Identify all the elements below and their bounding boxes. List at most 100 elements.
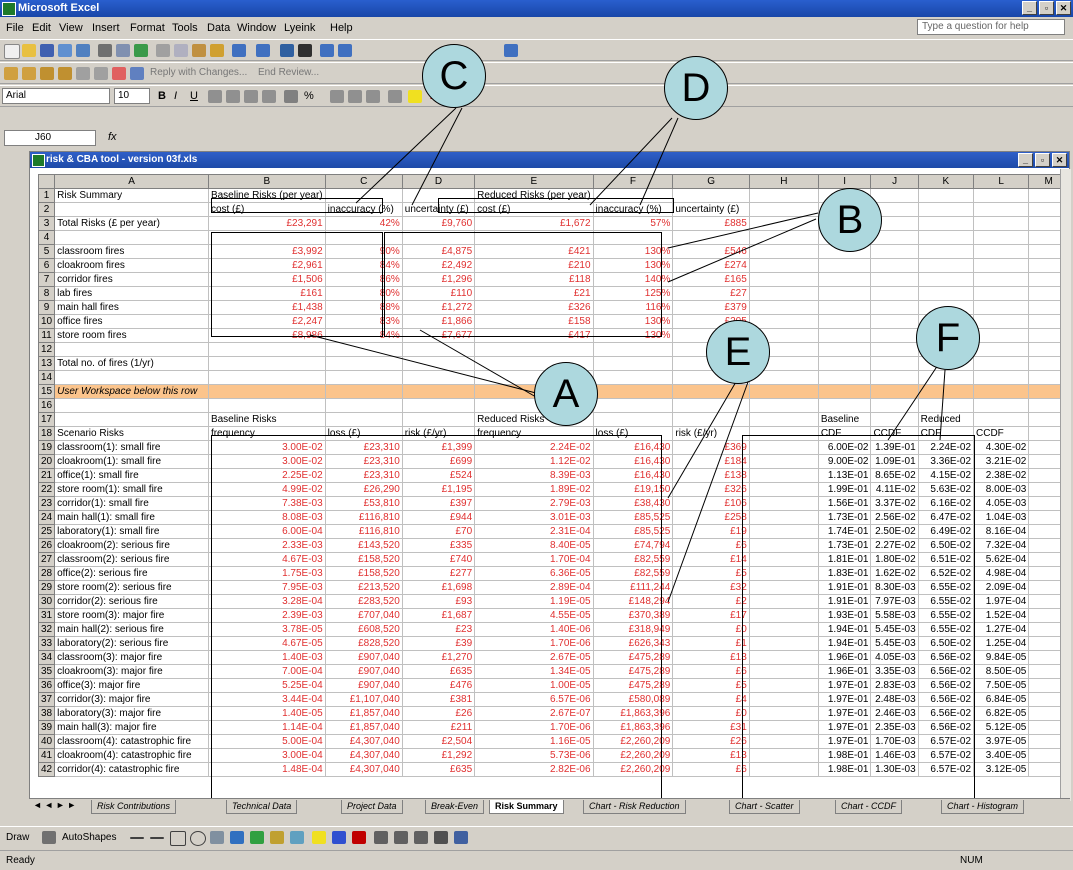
cell-j[interactable]: 2.56E-02 xyxy=(870,510,919,525)
cell-d[interactable]: £635 xyxy=(401,762,476,777)
cell-e[interactable]: £421 xyxy=(474,244,594,259)
cell-j[interactable]: 4.05E-03 xyxy=(870,650,919,665)
cell-c[interactable]: £4,307,040 xyxy=(324,748,403,763)
menu-edit[interactable]: Edit xyxy=(32,22,51,34)
cell-i[interactable] xyxy=(817,272,872,287)
cell-c[interactable] xyxy=(324,398,403,413)
cell-h[interactable] xyxy=(748,622,819,637)
cell-k[interactable]: 6.47E-02 xyxy=(917,510,975,525)
cell-l[interactable] xyxy=(973,230,1030,245)
cell-a[interactable]: classroom(1): small fire xyxy=(54,440,209,455)
cell-c[interactable]: £283,520 xyxy=(324,594,403,609)
cell-j[interactable] xyxy=(870,384,919,399)
cell-h[interactable] xyxy=(748,552,819,567)
spelling-icon[interactable] xyxy=(134,44,148,57)
cell-l[interactable] xyxy=(973,202,1030,217)
cell-a[interactable]: classroom fires xyxy=(54,244,209,259)
menu-format[interactable]: Format xyxy=(130,22,165,34)
cell-i[interactable]: 1.94E-01 xyxy=(817,636,872,651)
cell-a[interactable]: laboratory(3): major fire xyxy=(54,706,209,721)
cell-c[interactable]: £1,857,040 xyxy=(324,720,403,735)
cell-b[interactable] xyxy=(207,398,326,413)
cell-k[interactable]: 6.55E-02 xyxy=(917,608,975,623)
cell-j[interactable]: 8.30E-03 xyxy=(870,580,919,595)
cell-l[interactable] xyxy=(973,244,1030,259)
cell-f[interactable]: £82,559 xyxy=(592,552,674,567)
cell-i[interactable]: 1.96E-01 xyxy=(817,664,872,679)
cell-e[interactable]: 1.34E-05 xyxy=(474,664,594,679)
row-header[interactable]: 6 xyxy=(37,258,56,273)
cell-d[interactable]: £1,296 xyxy=(401,272,476,287)
cell-l[interactable]: 3.97E-05 xyxy=(973,734,1030,749)
cell-l[interactable] xyxy=(973,342,1030,357)
cell-b[interactable] xyxy=(207,230,326,245)
cell-h[interactable] xyxy=(748,762,819,777)
delete-comment-icon[interactable] xyxy=(112,67,126,80)
cell-j[interactable] xyxy=(870,188,919,203)
cell-g[interactable]: £26 xyxy=(672,734,750,749)
draw-fill-color-icon[interactable] xyxy=(312,831,326,844)
cell-b[interactable]: 4.67E-05 xyxy=(207,636,326,651)
cell-h[interactable] xyxy=(748,230,819,245)
show-comment-icon[interactable] xyxy=(76,67,90,80)
cell-e[interactable]: £21 xyxy=(474,286,594,301)
cell-a[interactable]: office fires xyxy=(54,314,209,329)
column-header[interactable]: B xyxy=(207,174,326,189)
cell-c[interactable]: £1,107,040 xyxy=(324,692,403,707)
cell-j[interactable]: 2.50E-02 xyxy=(870,524,919,539)
print-preview-icon[interactable] xyxy=(116,44,130,57)
cell-d[interactable]: £476 xyxy=(401,678,476,693)
cell-b[interactable]: £1,506 xyxy=(207,272,326,287)
cell-k[interactable]: 6.56E-02 xyxy=(917,678,975,693)
cell-e[interactable]: 2.67E-05 xyxy=(474,650,594,665)
cell-j[interactable]: 1.09E-01 xyxy=(870,454,919,469)
indent-icon[interactable] xyxy=(366,90,380,103)
cell-h[interactable] xyxy=(748,664,819,679)
cell-a[interactable]: main hall(1): small fire xyxy=(54,510,209,525)
cell-i[interactable] xyxy=(817,286,872,301)
cell-j[interactable]: 2.48E-03 xyxy=(870,692,919,707)
draw-menu[interactable]: Draw xyxy=(6,832,29,843)
cell-k[interactable]: 6.50E-02 xyxy=(917,636,975,651)
cell-e[interactable]: 1.70E-06 xyxy=(474,636,594,651)
cell-d[interactable] xyxy=(401,230,476,245)
cell-f[interactable] xyxy=(592,370,674,385)
cell-l[interactable]: CCDF xyxy=(973,426,1030,441)
cell-l[interactable]: 7.32E-04 xyxy=(973,538,1030,553)
cell-j[interactable]: 2.27E-02 xyxy=(870,538,919,553)
menu-file[interactable]: File xyxy=(6,22,24,34)
cell-d[interactable] xyxy=(401,384,476,399)
cell-i[interactable]: 1.73E-01 xyxy=(817,538,872,553)
workbook-restore-button[interactable]: ▫ xyxy=(1035,153,1050,167)
print-icon[interactable] xyxy=(98,44,112,57)
cell-c[interactable]: 83% xyxy=(324,314,403,329)
row-header[interactable]: 13 xyxy=(37,356,56,371)
cell-f[interactable]: £111,244 xyxy=(592,580,674,595)
cell-d[interactable]: £39 xyxy=(401,636,476,651)
cell-l[interactable] xyxy=(973,188,1030,203)
cell-c[interactable]: 88% xyxy=(324,300,403,315)
row-header[interactable]: 22 xyxy=(37,482,56,497)
cell-c[interactable]: £116,810 xyxy=(324,524,403,539)
column-header[interactable]: F xyxy=(592,174,674,189)
cell-b[interactable]: 8.08E-03 xyxy=(207,510,326,525)
row-header[interactable]: 4 xyxy=(37,230,56,245)
autosum-icon[interactable] xyxy=(298,44,312,57)
cell-c[interactable]: 84% xyxy=(324,258,403,273)
row-header[interactable]: 12 xyxy=(37,342,56,357)
cell-h[interactable] xyxy=(748,566,819,581)
edit-comment-icon[interactable] xyxy=(22,67,36,80)
cell-g[interactable]: £31 xyxy=(672,720,750,735)
cell-d[interactable]: risk (£/yr) xyxy=(401,426,476,441)
cell-j[interactable] xyxy=(870,370,919,385)
cell-b[interactable]: £8,986 xyxy=(207,328,326,343)
cell-j[interactable]: 1.70E-03 xyxy=(870,734,919,749)
row-header[interactable]: 27 xyxy=(37,552,56,567)
copy-icon[interactable] xyxy=(174,44,188,57)
line-icon[interactable] xyxy=(130,837,144,839)
cell-k[interactable] xyxy=(917,216,975,231)
cell-l[interactable] xyxy=(973,328,1030,343)
cell-g[interactable]: £19 xyxy=(672,524,750,539)
cell-k[interactable]: 6.56E-02 xyxy=(917,650,975,665)
cell-i[interactable]: 1.81E-01 xyxy=(817,552,872,567)
